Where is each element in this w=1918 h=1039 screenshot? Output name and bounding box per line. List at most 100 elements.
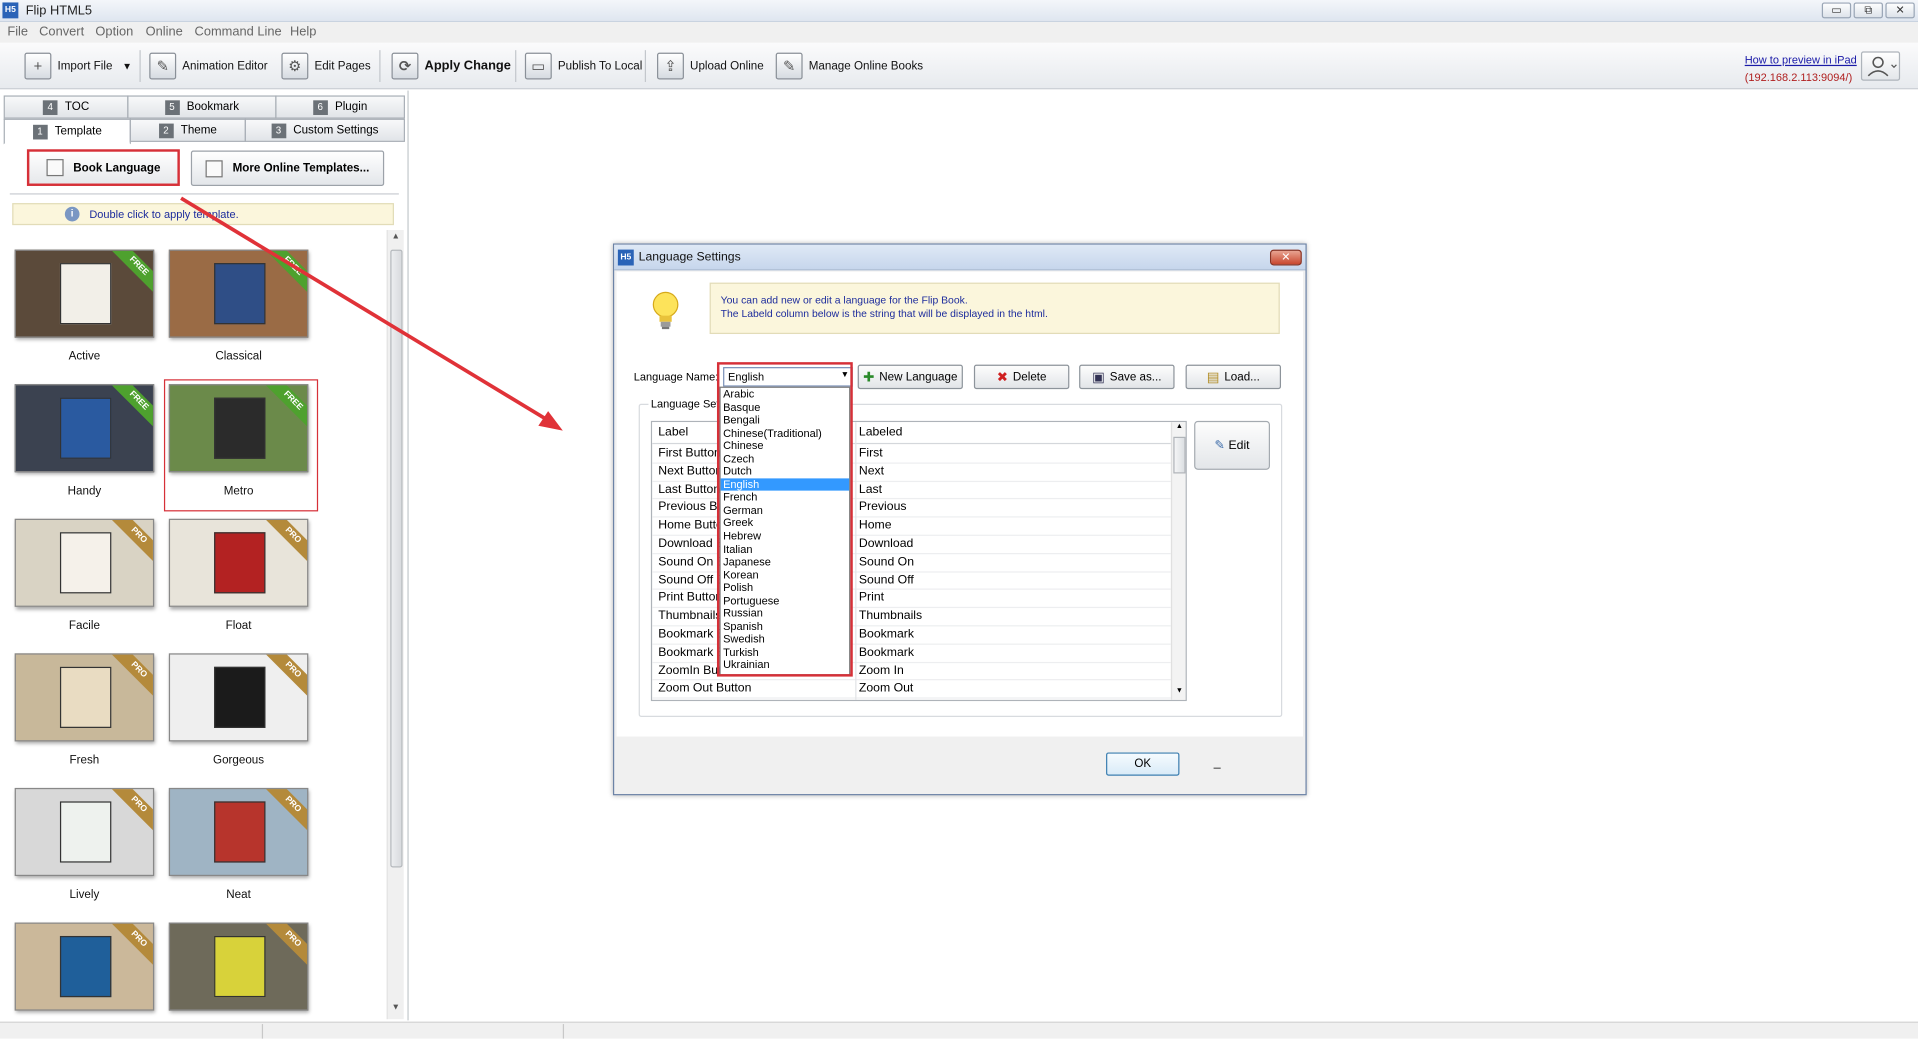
template-item[interactable]: PRO Neat bbox=[168, 787, 313, 910]
publish-local-button[interactable]: ▭ Publish To Local bbox=[524, 48, 642, 85]
template-item[interactable]: PRO Float bbox=[168, 518, 313, 641]
menu-command-line[interactable]: Command Line bbox=[195, 24, 282, 39]
menu-help[interactable]: Help bbox=[290, 24, 316, 39]
divider bbox=[379, 50, 381, 82]
template-item[interactable]: PRO Fresh bbox=[14, 653, 159, 775]
animation-editor-label: Animation Editor bbox=[182, 59, 268, 73]
edit-button[interactable]: ✎ Edit bbox=[1194, 420, 1270, 470]
template-scrollbar[interactable]: ▲ ▼ bbox=[386, 230, 404, 1020]
menu-file[interactable]: File bbox=[7, 24, 28, 39]
book-preview bbox=[214, 532, 266, 594]
tab-plugin[interactable]: 6 Plugin bbox=[275, 95, 405, 119]
manage-online-books-button[interactable]: ✎ Manage Online Books bbox=[775, 48, 924, 85]
manage-icon: ✎ bbox=[775, 52, 803, 80]
table-row[interactable]: Zoom Out Button Zoom Out bbox=[652, 681, 1171, 699]
book-preview bbox=[214, 397, 266, 459]
scroll-up-icon[interactable]: ▲ bbox=[1176, 423, 1183, 430]
more-templates-label: More Online Templates... bbox=[232, 161, 370, 175]
dialog-minimize-mark: _ bbox=[1213, 756, 1221, 770]
template-item[interactable]: FREE Metro bbox=[163, 379, 319, 512]
tab-number: 5 bbox=[164, 99, 180, 115]
book-preview bbox=[59, 666, 112, 728]
restore-button[interactable]: ⧉ bbox=[1853, 2, 1883, 19]
user-menu-button[interactable] bbox=[1860, 51, 1901, 81]
apply-change-button[interactable]: ⟳ Apply Change bbox=[391, 48, 511, 85]
edit-label: Edit bbox=[1228, 438, 1250, 453]
scroll-down-icon[interactable]: ▼ bbox=[392, 1003, 400, 1012]
minimize-button[interactable]: ▭ bbox=[1821, 2, 1852, 19]
upload-online-button[interactable]: ⇪ Upload Online bbox=[657, 48, 764, 85]
tab-toc[interactable]: 4 TOC bbox=[3, 95, 129, 119]
template-name: Active bbox=[68, 349, 101, 364]
scroll-thumb[interactable] bbox=[1173, 436, 1186, 474]
book-preview bbox=[214, 801, 266, 863]
template-name: Handy bbox=[67, 484, 102, 498]
template-thumbnail: PRO bbox=[14, 653, 155, 742]
divider bbox=[515, 50, 517, 82]
tab-number: 4 bbox=[42, 99, 58, 115]
template-thumbnail: PRO bbox=[14, 922, 155, 1011]
edit-pages-button[interactable]: ⚙ Edit Pages bbox=[281, 48, 371, 85]
animation-icon: ✎ bbox=[149, 52, 177, 80]
load-label: Load... bbox=[1224, 370, 1260, 384]
animation-editor-button[interactable]: ✎ Animation Editor bbox=[149, 48, 268, 85]
delete-label: Delete bbox=[1012, 370, 1047, 384]
refresh-icon: ⟳ bbox=[391, 52, 419, 80]
template-name: Metro bbox=[223, 484, 254, 498]
tab-number: 6 bbox=[312, 99, 328, 115]
new-language-label: New Language bbox=[879, 370, 958, 384]
delete-button[interactable]: ✖ Delete bbox=[973, 364, 1070, 390]
column-header-labeled: Labeled bbox=[858, 425, 903, 440]
menu-option[interactable]: Option bbox=[95, 24, 133, 39]
template-item[interactable]: FREE Classical bbox=[168, 249, 313, 372]
more-online-templates-button[interactable]: More Online Templates... bbox=[190, 150, 385, 186]
scroll-down-icon[interactable]: ▼ bbox=[1176, 688, 1183, 695]
save-as-button[interactable]: ▣ Save as... bbox=[1079, 364, 1175, 390]
badge: PRO bbox=[107, 789, 153, 837]
cell-labeled: Bookmark bbox=[858, 645, 914, 660]
user-icon bbox=[1867, 56, 1897, 77]
template-name: Lively bbox=[69, 888, 100, 902]
template-item[interactable]: FREE Active bbox=[14, 249, 159, 372]
tab-label: Template bbox=[54, 124, 102, 139]
template-item[interactable]: FREE Handy bbox=[14, 384, 159, 506]
edit-pages-icon: ⚙ bbox=[281, 52, 309, 80]
tab-number: 3 bbox=[271, 122, 286, 138]
import-icon: + bbox=[24, 52, 52, 80]
tab-bookmark[interactable]: 5 Bookmark bbox=[127, 95, 277, 119]
template-thumbnail: PRO bbox=[14, 787, 155, 877]
grid-scrollbar[interactable]: ▲ ▼ bbox=[1170, 422, 1186, 700]
window-title: Flip HTML5 bbox=[25, 3, 93, 19]
load-button[interactable]: ▤ Load... bbox=[1185, 364, 1282, 390]
cell-labeled: Bookmark bbox=[858, 627, 914, 642]
book-language-button[interactable]: Book Language bbox=[26, 149, 180, 186]
dialog-close-button[interactable]: ✕ bbox=[1269, 249, 1302, 266]
tab-template[interactable]: 1 Template bbox=[3, 118, 131, 145]
menu-convert[interactable]: Convert bbox=[39, 24, 84, 39]
preview-ipad-link[interactable]: How to preview in iPad bbox=[1745, 54, 1857, 66]
template-item[interactable]: PRO Lively bbox=[14, 787, 159, 910]
notice-line-1: You can add new or edit a language for t… bbox=[720, 293, 968, 306]
manage-online-label: Manage Online Books bbox=[808, 59, 924, 73]
app-logo-icon: H5 bbox=[617, 249, 634, 266]
badge: FREE bbox=[261, 250, 308, 298]
template-item[interactable]: PRO Facile bbox=[14, 518, 159, 641]
new-language-button[interactable]: ✚ New Language bbox=[857, 364, 963, 390]
dropdown-highlight bbox=[716, 362, 853, 677]
dialog-title: Language Settings bbox=[638, 250, 741, 265]
template-item[interactable]: PRO Gorgeous bbox=[168, 653, 313, 775]
menu-online[interactable]: Online bbox=[146, 24, 183, 39]
scroll-thumb[interactable] bbox=[390, 249, 403, 868]
scroll-up-icon[interactable]: ▲ bbox=[392, 232, 400, 241]
close-window-button[interactable]: ✕ bbox=[1885, 2, 1915, 19]
tab-custom-settings[interactable]: 3 Custom Settings bbox=[244, 118, 405, 142]
lightbulb-icon bbox=[652, 291, 679, 330]
cell-labeled: Zoom Out bbox=[858, 681, 914, 696]
chevron-down-icon[interactable]: ▼ bbox=[122, 61, 132, 72]
tab-theme[interactable]: 2 Theme bbox=[129, 118, 246, 142]
app-logo-icon: H5 bbox=[2, 2, 19, 19]
tab-label: Bookmark bbox=[186, 100, 240, 114]
badge: PRO bbox=[107, 923, 153, 971]
ok-button[interactable]: OK bbox=[1106, 752, 1180, 776]
import-file-button[interactable]: + Import File ▼ bbox=[24, 48, 132, 85]
